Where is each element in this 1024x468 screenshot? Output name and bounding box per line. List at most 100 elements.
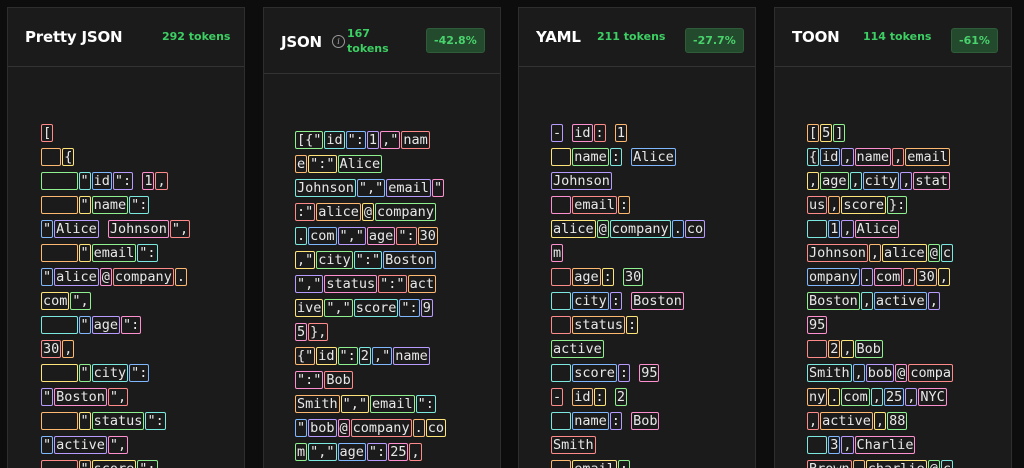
format-title: YAML [536, 28, 581, 46]
token: active [54, 436, 107, 454]
info-icon[interactable]: i [332, 35, 345, 48]
token: ": [145, 412, 166, 430]
token: Alice [631, 148, 676, 166]
token: " [41, 436, 54, 454]
code-line: 30, [41, 337, 191, 361]
token: , [852, 364, 865, 382]
token: status [572, 316, 626, 334]
token: : [609, 292, 622, 310]
token: alice [551, 220, 596, 238]
token: @ [895, 364, 908, 382]
token: m [295, 443, 308, 461]
token: id [572, 124, 593, 142]
token: email [572, 460, 617, 468]
token: com [841, 388, 870, 406]
code-line: - id: 1 [551, 121, 706, 145]
code-line: active [551, 337, 706, 361]
token: , [849, 172, 862, 190]
token [41, 460, 78, 468]
token: 25 [388, 443, 409, 461]
token: 95 [639, 364, 660, 382]
token: Johnson [295, 179, 356, 197]
token: 2 [828, 340, 841, 358]
token: us [807, 196, 828, 214]
token: 1 [142, 172, 155, 190]
token [551, 268, 572, 286]
token [41, 148, 62, 166]
code-line: - id: 2 [551, 385, 706, 409]
token: Smith [295, 395, 340, 413]
token: Bob [324, 371, 353, 389]
token: com [873, 268, 903, 286]
token: alice [316, 203, 361, 221]
token: " [78, 316, 91, 334]
code-line: status: [551, 313, 706, 337]
code-line: " email ": [41, 241, 191, 265]
token: 25 [883, 388, 905, 406]
panel-header: TOON 114 tokens -61% [775, 8, 1011, 67]
token: { [807, 148, 820, 166]
token: age [820, 172, 849, 190]
token: . [860, 268, 873, 286]
token: act [407, 275, 436, 293]
token: @ [337, 419, 350, 437]
token: ", [70, 292, 91, 310]
token: : [626, 316, 639, 334]
token: : [601, 268, 614, 286]
token: 2 [358, 347, 371, 365]
token: ompany [807, 268, 860, 286]
token: , [892, 148, 905, 166]
token [41, 316, 78, 334]
token: id [91, 172, 112, 190]
code-line: " active ", [41, 433, 191, 457]
token: @ [361, 203, 375, 221]
token: Boston [807, 292, 860, 310]
code-line: m "," age ": 25, [295, 440, 447, 464]
token: @ [596, 220, 609, 238]
token [551, 460, 572, 468]
panel-toon: TOON 114 tokens -61% [5]{id, name, email, a… [774, 7, 1012, 468]
code-line: 1, Alice [807, 217, 954, 241]
token: , [860, 292, 873, 310]
code-line: Smith, bob @ compa [807, 361, 954, 385]
token: , [900, 172, 913, 190]
token: id [572, 388, 593, 406]
token: bob [865, 364, 895, 382]
token: age [337, 443, 366, 461]
token: [{" [295, 131, 324, 149]
token: email [572, 196, 617, 214]
token: ": [112, 172, 134, 190]
token: :" [295, 203, 316, 221]
token: id [820, 148, 841, 166]
token: 5 [820, 124, 833, 142]
token: 30 [916, 268, 937, 286]
token: Smith [807, 364, 852, 382]
panel-yaml: YAML 211 tokens -27.7% - id: 1 name: Ali… [518, 7, 756, 468]
code-line: alice @ company. co [551, 217, 706, 241]
token: : [617, 460, 631, 468]
token: ": [137, 460, 158, 468]
token: }: [887, 196, 908, 214]
token: ", [107, 436, 129, 454]
token: active [873, 292, 927, 310]
token: city [91, 364, 129, 382]
reduction-badge: -27.7% [685, 28, 744, 53]
token-count: 167 tokens [347, 27, 389, 55]
token: - [551, 388, 564, 406]
token: "," [340, 395, 370, 413]
format-title: Pretty JSON [25, 28, 123, 46]
token [551, 316, 572, 334]
token: score [91, 460, 137, 468]
token: ": [137, 244, 158, 262]
token: ," [371, 347, 393, 365]
token: email [91, 244, 137, 262]
token: Alice [337, 155, 383, 173]
token: , [155, 172, 168, 190]
token: , [903, 268, 916, 286]
code-line: " age ": [41, 313, 191, 337]
token: ": [345, 131, 366, 149]
token: , [841, 340, 854, 358]
token: @ [99, 268, 112, 286]
token: , [828, 196, 841, 214]
token: " [431, 179, 445, 197]
